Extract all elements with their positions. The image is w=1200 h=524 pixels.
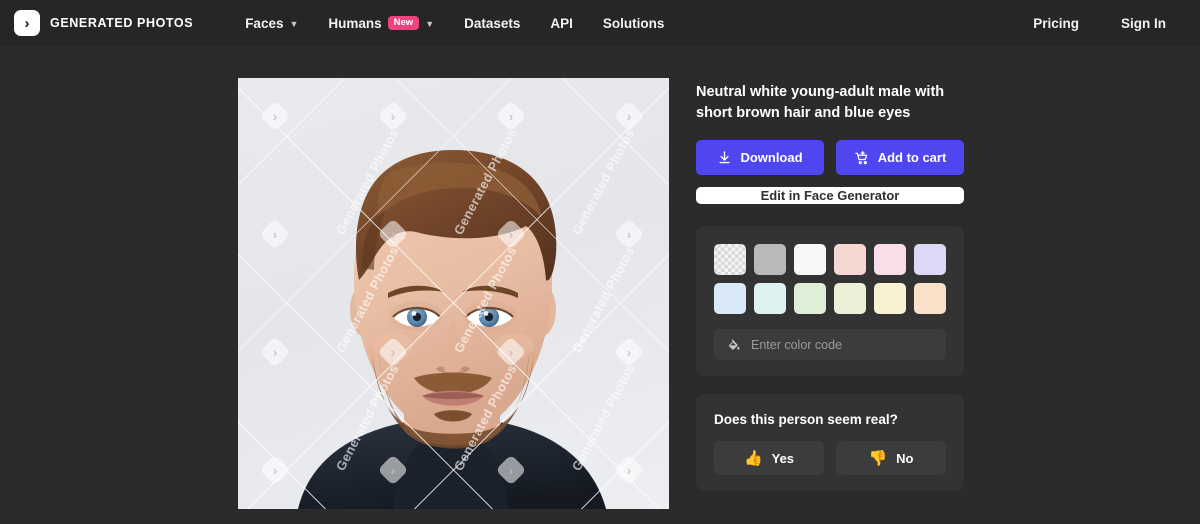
detail-sidebar: Neutral white young-adult male with shor… xyxy=(696,78,964,509)
chevron-right-logo-icon: › xyxy=(14,10,40,36)
feedback-no-button[interactable]: 👎 No xyxy=(836,441,946,475)
watermark-logo-icon xyxy=(377,454,408,485)
nav-item-sign-in[interactable]: Sign In xyxy=(1121,16,1166,31)
watermark-logo-icon xyxy=(613,454,644,485)
chevron-down-icon: ▼ xyxy=(289,19,298,29)
watermark-logo-icon xyxy=(495,100,526,131)
swatch-blush-pink[interactable] xyxy=(834,244,866,275)
color-swatch-grid xyxy=(714,244,946,314)
watermark-logo-icon xyxy=(377,336,408,367)
cart-plus-icon xyxy=(854,150,870,166)
nav-right-links: Pricing Sign In xyxy=(1033,16,1166,31)
thumbs-down-icon: 👎 xyxy=(868,451,887,466)
swatch-white[interactable] xyxy=(794,244,826,275)
thumbs-up-icon: 👍 xyxy=(744,451,763,466)
swatch-light-pink[interactable] xyxy=(874,244,906,275)
nav-item-humans[interactable]: Humans New ▼ xyxy=(328,16,434,31)
swatch-lavender[interactable] xyxy=(914,244,946,275)
swatch-pale-peach[interactable] xyxy=(914,283,946,314)
swatch-light-blue[interactable] xyxy=(714,283,746,314)
nav-item-solutions[interactable]: Solutions xyxy=(603,16,665,31)
feedback-question: Does this person seem real? xyxy=(714,412,946,427)
brand-logo-link[interactable]: › GENERATED PHOTOS xyxy=(14,10,193,36)
watermark-logo-icon xyxy=(259,100,290,131)
edit-in-face-generator-button[interactable]: Edit in Face Generator xyxy=(696,187,964,204)
background-color-panel: Enter color code xyxy=(696,226,964,376)
download-arrow-icon xyxy=(717,150,732,165)
watermark-logo-icon xyxy=(495,454,526,485)
download-button[interactable]: Download xyxy=(696,140,824,175)
watermark-logo-icon xyxy=(259,454,290,485)
add-to-cart-button[interactable]: Add to cart xyxy=(836,140,964,175)
feedback-yes-button[interactable]: 👍 Yes xyxy=(714,441,824,475)
watermark-logo-icon xyxy=(377,100,408,131)
swatch-pale-lime[interactable] xyxy=(834,283,866,314)
nav-item-pricing[interactable]: Pricing xyxy=(1033,16,1079,31)
nav-links: Faces ▼ Humans New ▼ Datasets API Soluti… xyxy=(245,16,664,31)
watermark-logo-icon xyxy=(259,336,290,367)
nav-item-sign-in-label: Sign In xyxy=(1121,16,1166,31)
swatch-pale-yellow[interactable] xyxy=(874,283,906,314)
feedback-vote-row: 👍 Yes 👎 No xyxy=(714,441,946,475)
nav-item-humans-label: Humans xyxy=(328,16,381,31)
nav-item-faces-label: Faces xyxy=(245,16,283,31)
brand-name: GENERATED PHOTOS xyxy=(50,16,193,30)
nav-item-datasets-label: Datasets xyxy=(464,16,520,31)
paint-bucket-icon xyxy=(727,338,741,352)
top-navbar: › GENERATED PHOTOS Faces ▼ Humans New ▼ … xyxy=(0,0,1200,46)
feedback-yes-label: Yes xyxy=(772,451,794,466)
chevron-down-icon: ▼ xyxy=(425,19,434,29)
add-to-cart-button-label: Add to cart xyxy=(878,150,947,165)
swatch-transparent[interactable] xyxy=(714,244,746,275)
watermark-logo-icon xyxy=(259,218,290,249)
swatch-pale-green[interactable] xyxy=(794,283,826,314)
watermark-logo-icon xyxy=(613,218,644,249)
nav-item-faces[interactable]: Faces ▼ xyxy=(245,16,298,31)
nav-item-api-label: API xyxy=(550,16,573,31)
nav-item-pricing-label: Pricing xyxy=(1033,16,1079,31)
nav-item-solutions-label: Solutions xyxy=(603,16,665,31)
generated-photo[interactable]: Generated Photos Generated Photos Genera… xyxy=(238,78,669,509)
watermark-logo-icon xyxy=(495,218,526,249)
watermark-logo-icon xyxy=(495,336,526,367)
nav-item-datasets[interactable]: Datasets xyxy=(464,16,520,31)
new-badge: New xyxy=(388,16,420,30)
watermark-logo-icon xyxy=(613,100,644,131)
watermark-logo-icon xyxy=(377,218,408,249)
feedback-no-label: No xyxy=(896,451,913,466)
main-content: Generated Photos Generated Photos Genera… xyxy=(0,46,1200,509)
watermark-logo-icon xyxy=(613,336,644,367)
swatch-gray[interactable] xyxy=(754,244,786,275)
feedback-panel: Does this person seem real? 👍 Yes 👎 No xyxy=(696,394,964,491)
download-button-label: Download xyxy=(740,150,802,165)
color-code-placeholder: Enter color code xyxy=(751,338,842,352)
photo-title: Neutral white young-adult male with shor… xyxy=(696,82,964,124)
action-button-row: Download Add to cart xyxy=(696,140,964,175)
edit-button-label: Edit in Face Generator xyxy=(761,188,900,203)
nav-item-api[interactable]: API xyxy=(550,16,573,31)
color-code-input[interactable]: Enter color code xyxy=(714,329,946,360)
swatch-pale-cyan[interactable] xyxy=(754,283,786,314)
